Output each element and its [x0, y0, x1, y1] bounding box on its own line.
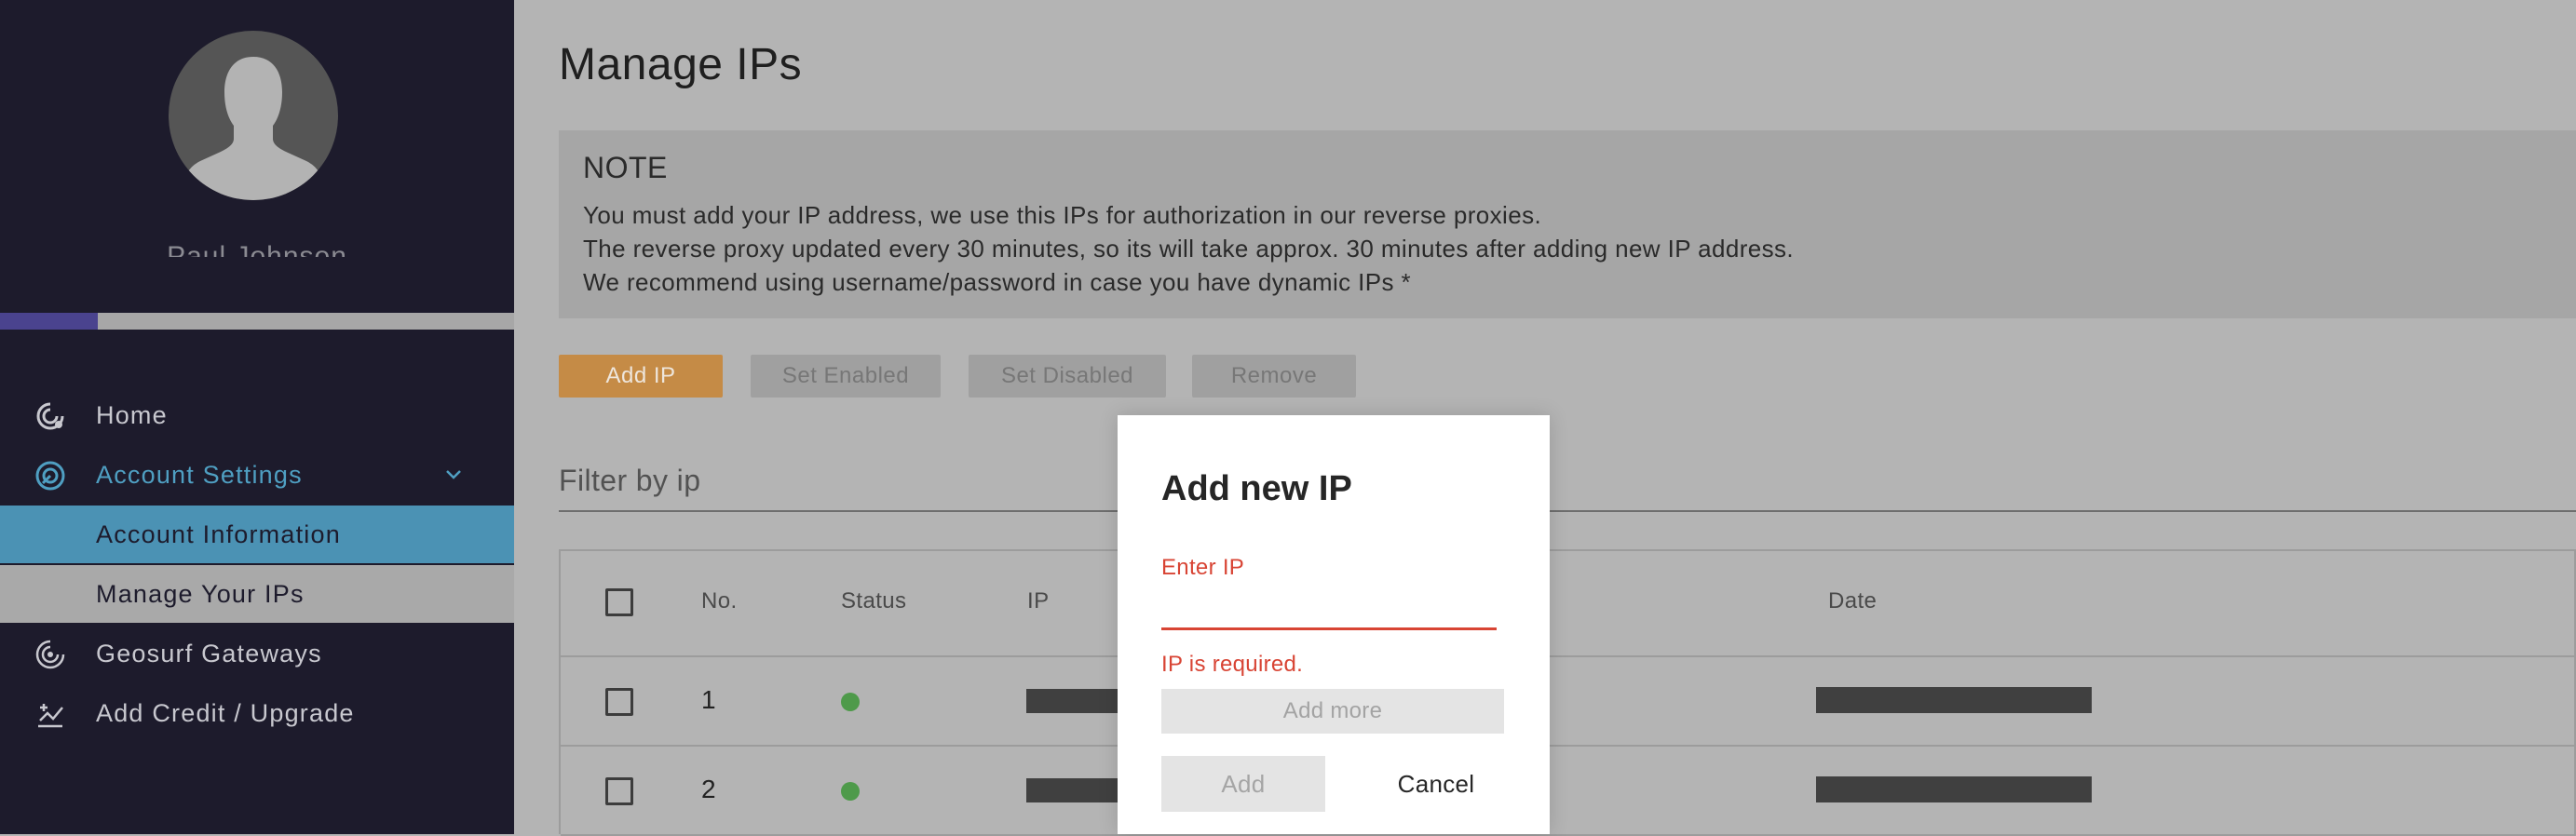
- gateway-icon: [35, 640, 65, 669]
- add-ip-dialog: Add new IP Enter IP IP is required. Add …: [1118, 415, 1550, 834]
- redacted-date: [1816, 776, 2092, 802]
- select-all-checkbox[interactable]: [605, 588, 633, 616]
- user-silhouette-icon: [183, 57, 323, 200]
- chevron-down-icon[interactable]: [443, 464, 464, 484]
- column-header-status[interactable]: Status: [841, 588, 906, 614]
- filter-underline: [559, 510, 2576, 512]
- sidebar: Paul Johnson Home Account Settings Accou…: [0, 0, 514, 834]
- redacted-ip: [1026, 689, 1131, 713]
- dialog-title: Add new IP: [1161, 469, 1352, 508]
- note-line: We recommend using username/password in …: [583, 268, 1412, 296]
- remove-button[interactable]: Remove: [1192, 355, 1356, 398]
- row-number: 2: [701, 775, 716, 803]
- sidebar-item-label: Account Settings: [96, 460, 303, 489]
- ip-table: No. Status IP Date 1 2: [559, 549, 2576, 836]
- table-header: No. Status IP Date: [561, 551, 2576, 657]
- ip-error-message: IP is required.: [1161, 652, 1304, 677]
- upgrade-chart-icon: [38, 704, 63, 728]
- sidebar-item-add-credit[interactable]: Add Credit / Upgrade: [0, 684, 514, 742]
- sidebar-item-home[interactable]: Home: [0, 386, 514, 444]
- account-progress-fill: [0, 313, 98, 330]
- note-box: NOTE You must add your IP address, we us…: [559, 130, 2576, 318]
- add-more-button[interactable]: Add more: [1161, 689, 1504, 734]
- sidebar-item-label: Manage Your IPs: [96, 579, 305, 608]
- add-button[interactable]: Add: [1161, 756, 1325, 812]
- set-enabled-button[interactable]: Set Enabled: [751, 355, 941, 398]
- username: Paul Johnson: [167, 241, 347, 257]
- column-header-date[interactable]: Date: [1828, 588, 1877, 614]
- sidebar-item-account-settings[interactable]: Account Settings: [0, 446, 514, 504]
- sidebar-item-label: Home: [96, 400, 168, 429]
- page-title: Manage IPs: [559, 40, 803, 89]
- status-dot: [841, 693, 860, 711]
- sidebar-item-account-information[interactable]: Account Information: [0, 506, 514, 563]
- row-checkbox[interactable]: [605, 688, 633, 716]
- table-row[interactable]: 2: [561, 747, 2576, 836]
- ip-field-label: Enter IP: [1161, 555, 1245, 580]
- avatar[interactable]: [169, 31, 338, 200]
- column-header-ip[interactable]: IP: [1027, 588, 1049, 614]
- sidebar-item-manage-ips[interactable]: Manage Your IPs: [0, 565, 514, 623]
- redacted-ip: [1026, 778, 1131, 802]
- column-header-no[interactable]: No.: [701, 588, 738, 614]
- set-disabled-button[interactable]: Set Disabled: [969, 355, 1166, 398]
- redacted-date: [1816, 687, 2092, 713]
- sidebar-item-label: Geosurf Gateways: [96, 639, 322, 667]
- note-title: NOTE: [583, 151, 668, 184]
- sidebar-item-label: Account Information: [96, 519, 341, 548]
- sidebar-item-geosurf-gateways[interactable]: Geosurf Gateways: [0, 625, 514, 682]
- cancel-button[interactable]: Cancel: [1362, 756, 1511, 812]
- status-dot: [841, 782, 860, 801]
- settings-dial-icon: [35, 461, 65, 491]
- add-ip-button[interactable]: Add IP: [559, 355, 723, 398]
- note-line: The reverse proxy updated every 30 minut…: [583, 235, 1795, 263]
- row-checkbox[interactable]: [605, 777, 633, 805]
- filter-input[interactable]: Filter by ip: [559, 464, 700, 498]
- ip-input[interactable]: [1161, 592, 1497, 630]
- table-row[interactable]: 1: [561, 657, 2576, 747]
- note-line: You must add your IP address, we use thi…: [583, 201, 1542, 229]
- home-gauge-icon: [36, 402, 64, 430]
- sidebar-item-label: Add Credit / Upgrade: [96, 698, 355, 727]
- account-progress-bar: [0, 313, 514, 330]
- row-number: 1: [701, 685, 716, 714]
